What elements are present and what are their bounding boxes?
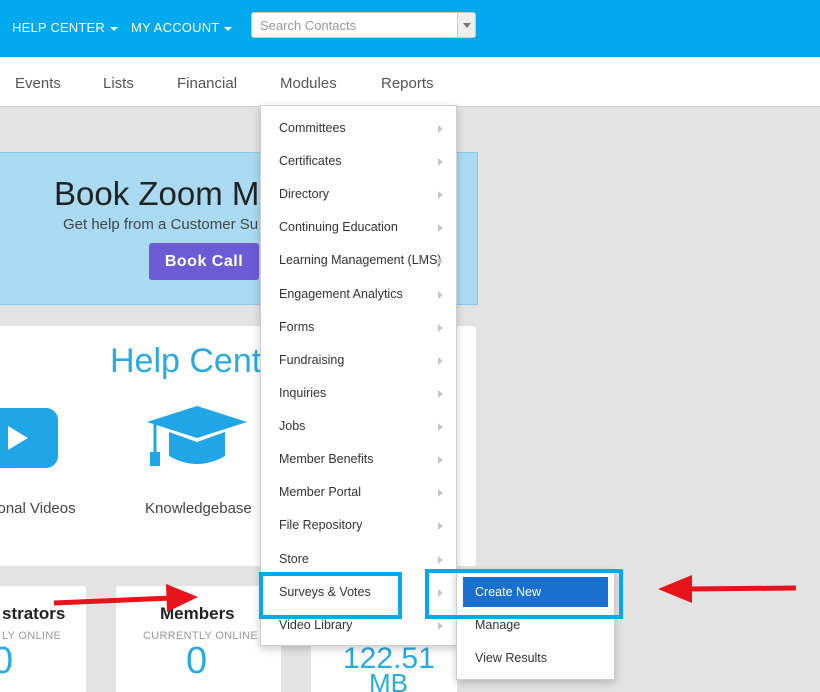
chevron-right-icon — [438, 125, 443, 133]
modules-dropdown: Committees Certificates Directory Contin… — [260, 105, 457, 646]
my-account-label: MY ACCOUNT — [131, 20, 220, 35]
top-bar: HELP CENTER MY ACCOUNT — [0, 0, 820, 57]
nav-events[interactable]: Events — [15, 75, 61, 92]
menu-item-lms[interactable]: Learning Management (LMS) — [279, 253, 442, 267]
menu-item-certificates[interactable]: Certificates — [279, 154, 342, 168]
card-value: 0 — [186, 640, 208, 682]
nav-lists[interactable]: Lists — [103, 75, 134, 92]
card-value: 0 — [0, 640, 14, 682]
chevron-right-icon — [438, 489, 443, 497]
arrow-left-icon — [658, 575, 797, 603]
card-unit: MB — [369, 668, 408, 692]
chevron-right-icon — [438, 291, 443, 299]
menu-item-member-benefits[interactable]: Member Benefits — [279, 452, 373, 466]
instructional-videos-label[interactable]: tional Videos — [0, 500, 76, 517]
chevron-right-icon — [438, 622, 443, 630]
chevron-right-icon — [438, 191, 443, 199]
book-call-button[interactable]: Book Call — [149, 243, 259, 280]
menu-item-store[interactable]: Store — [279, 552, 309, 566]
chevron-right-icon — [438, 556, 443, 564]
menu-item-inquiries[interactable]: Inquiries — [279, 386, 326, 400]
chevron-right-icon — [438, 522, 443, 530]
menu-item-directory[interactable]: Directory — [279, 187, 329, 201]
chevron-right-icon — [438, 357, 443, 365]
manage-item[interactable]: Manage — [475, 618, 520, 632]
help-center-menu[interactable]: HELP CENTER — [12, 20, 118, 35]
highlight-create-new — [425, 569, 623, 619]
search-input[interactable] — [252, 13, 452, 37]
search-contacts — [251, 12, 476, 38]
caret-down-icon — [109, 26, 118, 31]
chevron-right-icon — [438, 456, 443, 464]
menu-item-engagement-analytics[interactable]: Engagement Analytics — [279, 287, 403, 301]
banner-subtitle: Get help from a Customer Su — [63, 216, 259, 233]
view-results-item[interactable]: View Results — [475, 651, 547, 665]
menu-item-file-repository[interactable]: File Repository — [279, 518, 362, 532]
menu-item-member-portal[interactable]: Member Portal — [279, 485, 361, 499]
menu-item-jobs[interactable]: Jobs — [279, 419, 305, 433]
members-card: Members CURRENTLY ONLINE 0 — [116, 586, 281, 692]
card-title: strators — [2, 604, 66, 623]
chevron-right-icon — [438, 324, 443, 332]
my-account-menu[interactable]: MY ACCOUNT — [131, 20, 233, 35]
chevron-right-icon — [438, 390, 443, 398]
chevron-right-icon — [438, 224, 443, 232]
nav-modules[interactable]: Modules — [280, 75, 337, 92]
chevron-right-icon — [438, 257, 443, 265]
chevron-right-icon — [438, 158, 443, 166]
caret-down-icon — [224, 26, 233, 31]
menu-item-fundraising[interactable]: Fundraising — [279, 353, 344, 367]
menu-item-committees[interactable]: Committees — [279, 121, 346, 135]
nav-reports[interactable]: Reports — [381, 75, 434, 92]
nav-financial[interactable]: Financial — [177, 75, 237, 92]
chevron-right-icon — [438, 423, 443, 431]
knowledgebase-label[interactable]: Knowledgebase — [145, 500, 252, 517]
menu-item-continuing-education[interactable]: Continuing Education — [279, 220, 398, 234]
highlight-surveys-votes — [259, 572, 402, 619]
video-play-icon[interactable] — [0, 408, 58, 468]
banner-title: Book Zoom M — [54, 175, 260, 212]
graduation-cap-icon[interactable] — [145, 404, 249, 474]
menu-item-video-library[interactable]: Video Library — [279, 618, 352, 632]
search-dropdown-toggle[interactable] — [457, 13, 475, 37]
administrators-card: strators LY ONLINE 0 — [0, 586, 86, 692]
help-center-label: HELP CENTER — [12, 20, 105, 35]
menu-item-forms[interactable]: Forms — [279, 320, 314, 334]
card-title: Members — [160, 604, 235, 623]
main-nav: Events Lists Financial Modules Reports — [0, 57, 820, 107]
help-center-title: Help Cente — [110, 342, 281, 380]
